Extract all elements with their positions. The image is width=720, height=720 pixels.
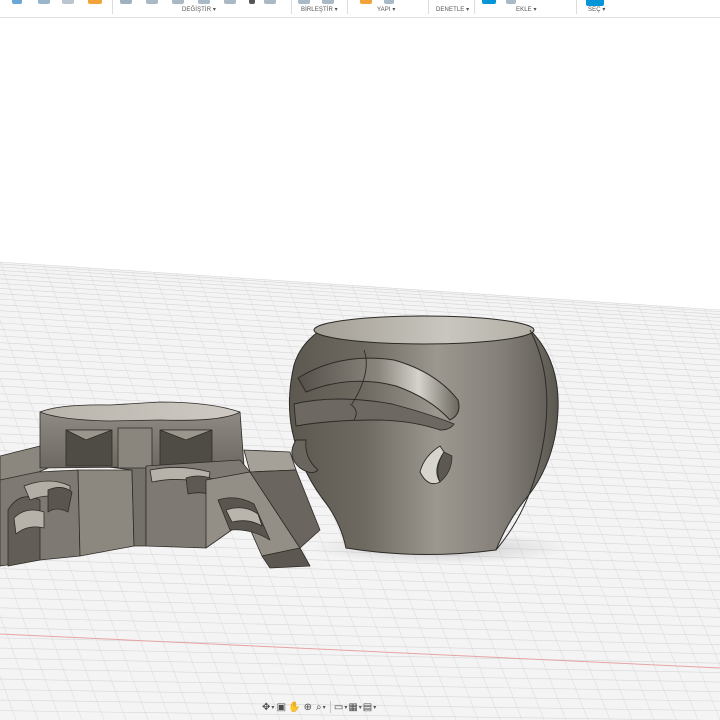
insert-mesh-icon[interactable] xyxy=(506,0,516,4)
orbit-button[interactable]: ✥ ▾ xyxy=(262,699,274,715)
chevron-down-icon[interactable]: ▾ xyxy=(271,704,274,711)
toolbar: DEĞİŞTİR ▾ BİRLEŞTİR ▾ YAPI ▾ DENETLE ▾ … xyxy=(0,0,720,18)
inspect-menu[interactable]: DENETLE ▾ xyxy=(436,6,469,13)
insert-menu[interactable]: EKLE ▾ xyxy=(516,6,537,13)
form-tool-icon[interactable] xyxy=(62,0,74,4)
canvas-viewport[interactable] xyxy=(0,17,720,720)
toolbar-separator xyxy=(112,0,113,14)
display-settings-button[interactable]: ▭ ▾ xyxy=(334,699,347,715)
shell-icon[interactable] xyxy=(198,0,210,4)
display-settings-icon: ▭ xyxy=(333,701,344,713)
navigation-bar: ✥ ▾ ▣ ✋ ⊕ ⌕ ▾ ▭ ▾ ▦ ▾ ▤ ▾ xyxy=(262,697,402,717)
viewports-button[interactable]: ▤ ▾ xyxy=(363,699,376,715)
sketch-tool-icon[interactable] xyxy=(12,0,22,4)
create-tool-icon[interactable] xyxy=(38,0,50,4)
fillet-icon[interactable] xyxy=(146,0,158,4)
toolbar-separator xyxy=(576,0,577,14)
modify-menu[interactable]: DEĞİŞTİR ▾ xyxy=(182,6,216,13)
chevron-down-icon[interactable]: ▾ xyxy=(359,704,362,711)
look-at-button[interactable]: ▣ xyxy=(275,699,287,715)
construct-menu[interactable]: YAPI ▾ xyxy=(377,6,396,13)
as-built-joint-icon[interactable] xyxy=(322,0,334,4)
offset-plane-icon[interactable] xyxy=(360,0,372,4)
chamfer-icon[interactable] xyxy=(172,0,184,4)
toolbar-separator xyxy=(428,0,429,14)
chevron-down-icon[interactable]: ▾ xyxy=(344,704,347,711)
zoom-icon: ⊕ xyxy=(303,701,313,713)
fit-icon: ⌕ xyxy=(316,701,322,713)
grid-settings-icon: ▦ xyxy=(348,701,358,713)
viewports-icon: ▤ xyxy=(362,701,373,713)
3d-scene[interactable] xyxy=(0,17,720,720)
scale-icon[interactable] xyxy=(224,0,236,4)
align-icon[interactable] xyxy=(264,0,276,4)
orbit-icon: ✥ xyxy=(262,701,271,713)
toolbar-separator xyxy=(347,0,348,14)
grid-settings-button[interactable]: ▦ ▾ xyxy=(348,699,361,715)
axis-icon[interactable] xyxy=(384,0,394,4)
press-pull-icon[interactable] xyxy=(120,0,132,4)
feature-tool-icon[interactable] xyxy=(88,0,102,4)
fit-button[interactable]: ⌕ ▾ xyxy=(315,699,327,715)
navbar-separator xyxy=(329,701,331,713)
chevron-down-icon[interactable]: ▾ xyxy=(323,704,326,711)
pot-rim xyxy=(313,315,535,345)
toolbar-separator xyxy=(474,0,475,14)
pan-button[interactable]: ✋ xyxy=(288,699,300,715)
look-at-icon: ▣ xyxy=(276,701,287,713)
joint-icon[interactable] xyxy=(298,0,310,4)
chevron-down-icon[interactable]: ▾ xyxy=(373,704,376,711)
move-icon[interactable] xyxy=(249,0,255,4)
insert-image-icon[interactable] xyxy=(482,0,496,4)
select-menu[interactable]: SEÇ ▾ xyxy=(588,6,606,13)
assemble-menu[interactable]: BİRLEŞTİR ▾ xyxy=(301,6,338,13)
toolbar-separator xyxy=(291,0,292,14)
pan-icon: ✋ xyxy=(288,701,301,713)
zoom-button[interactable]: ⊕ xyxy=(302,699,314,715)
